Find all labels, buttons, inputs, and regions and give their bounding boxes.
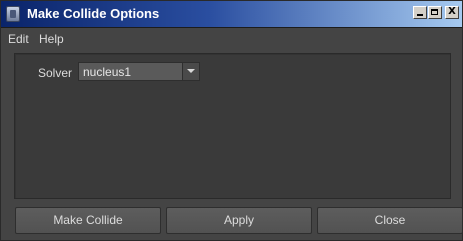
menu-help[interactable]: Help <box>39 32 64 46</box>
close-window-button[interactable]: X <box>445 6 459 19</box>
apply-button[interactable]: Apply <box>166 207 312 234</box>
minimize-button[interactable] <box>413 6 427 19</box>
close-button[interactable]: Close <box>317 207 463 234</box>
title-bar[interactable]: Make Collide Options X <box>1 1 462 28</box>
window-title: Make Collide Options <box>27 6 160 21</box>
app-icon[interactable] <box>6 6 20 22</box>
solver-dropdown[interactable]: nucleus1 <box>78 62 200 81</box>
menu-edit[interactable]: Edit <box>8 32 29 46</box>
make-collide-button[interactable]: Make Collide <box>15 207 161 234</box>
solver-label: Solver <box>38 66 73 80</box>
chevron-down-icon[interactable] <box>182 63 199 80</box>
menu-bar: Edit Help <box>1 28 462 50</box>
make-collide-options-window: Make Collide Options X Edit Help Solver … <box>0 0 463 241</box>
maximize-button[interactable] <box>428 6 442 19</box>
solver-selected-value: nucleus1 <box>83 65 132 79</box>
